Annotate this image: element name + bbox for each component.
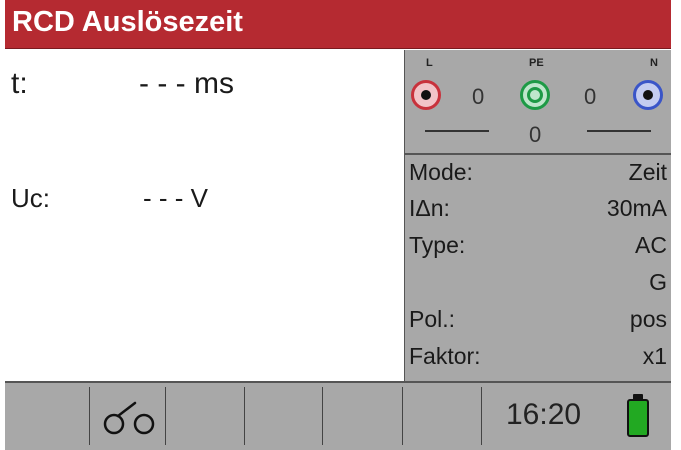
param-key: Pol.:: [409, 306, 456, 332]
softkey-separator: [481, 387, 482, 445]
softkey-separator: [244, 387, 245, 445]
contact-voltage-value: - - - V: [143, 183, 208, 213]
pe-n-line: [587, 130, 651, 132]
param-value: x1: [642, 343, 667, 369]
param-value: pos: [629, 306, 667, 332]
softkey-separator: [165, 387, 166, 445]
terminal-n-icon: [633, 80, 663, 110]
param-row-idn[interactable]: IΔn: 30mA: [405, 195, 667, 225]
param-key: IΔn:: [409, 195, 450, 221]
param-key: Mode:: [409, 159, 473, 185]
terminal-pe-label: PE: [529, 57, 544, 69]
battery-icon: [627, 399, 649, 437]
param-row-polarity[interactable]: Pol.: pos: [405, 306, 667, 336]
param-value: AC: [635, 232, 667, 258]
terminal-l-icon: [411, 80, 441, 110]
param-value: 30mA: [606, 195, 667, 221]
terminal-l-label: L: [426, 57, 433, 69]
param-row-factor[interactable]: Faktor: x1: [405, 343, 667, 373]
terminal-pe-icon: [520, 80, 550, 110]
parameter-panel: Mode: Zeit IΔn: 30mA Type: AC G Pol.: po…: [405, 155, 671, 381]
contact-voltage-label: Uc:: [11, 183, 50, 213]
param-row-type[interactable]: Type: AC: [405, 232, 667, 262]
param-row-type-g[interactable]: G: [405, 269, 667, 299]
title-bar: RCD Auslösezeit: [5, 0, 671, 49]
pe-n-value: 0: [584, 84, 597, 109]
probe-status-panel: L 0 PE 0 N 0: [405, 50, 671, 155]
trip-time-value: - - - ms: [139, 67, 234, 100]
param-value: G: [649, 269, 667, 295]
terminal-n-label: N: [650, 57, 658, 69]
param-row-mode[interactable]: Mode: Zeit: [405, 159, 667, 189]
softkey-separator: [402, 387, 403, 445]
trip-time-label: t:: [11, 67, 28, 100]
param-value: Zeit: [628, 159, 667, 185]
rcd-screen: RCD Auslösezeit t: - - - ms Uc: - - - V …: [0, 0, 681, 450]
l-pe-line: [425, 130, 489, 132]
page-title: RCD Auslösezeit: [12, 6, 243, 38]
measurement-panel: t: - - - ms Uc: - - - V: [5, 50, 406, 381]
l-n-value: 0: [529, 122, 542, 147]
param-key: Type:: [409, 232, 466, 258]
softkey-separator: [322, 387, 323, 445]
param-key: Faktor:: [409, 343, 481, 369]
clock-time: 16:20: [506, 398, 582, 431]
l-pe-value: 0: [472, 84, 485, 109]
softkey-separator: [89, 387, 90, 445]
probe-leads-icon[interactable]: [97, 400, 165, 436]
softkey-bar: 16:20: [5, 381, 671, 450]
